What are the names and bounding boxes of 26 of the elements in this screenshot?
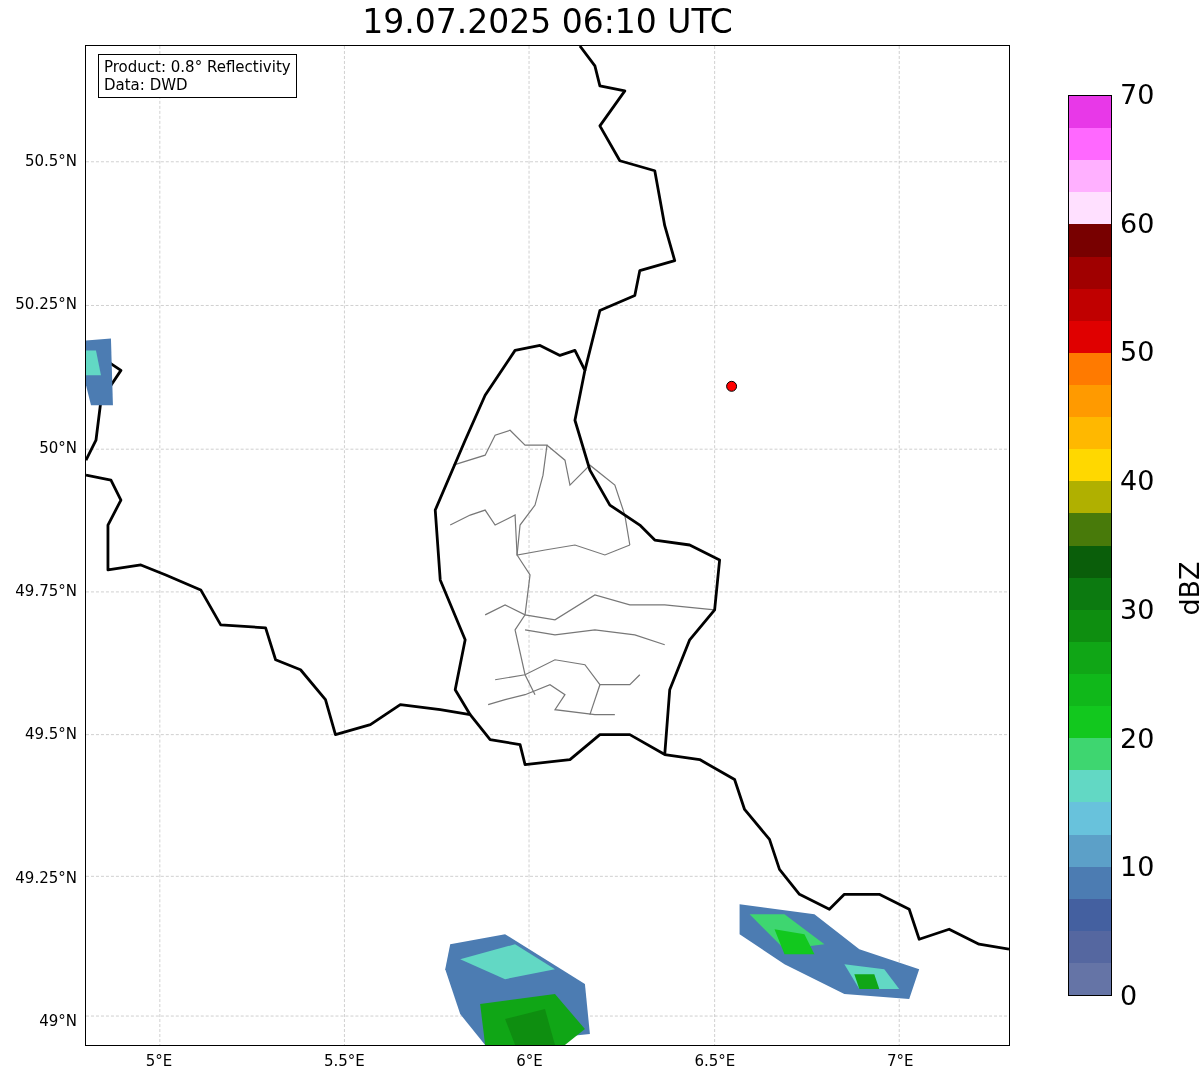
colorbar-tick-label: 40	[1120, 466, 1155, 497]
axis-tick-label: 49.75°N	[15, 581, 77, 600]
axis-tick-label: 5.5°E	[323, 1052, 365, 1070]
axis-tick-label: 6.5°E	[694, 1052, 736, 1070]
colorbar-tick-label: 60	[1120, 208, 1155, 239]
colorbar-tick-label: 50	[1120, 337, 1155, 368]
axis-tick-label: 50.25°N	[15, 295, 77, 314]
axis-tick-label: 6°E	[516, 1052, 543, 1070]
axis-tick-label: 49.5°N	[24, 725, 77, 744]
colorbar-tick-label: 0	[1120, 981, 1138, 1011]
colorbar-tick-label: 10	[1120, 852, 1155, 883]
axis-tick-label: 5°E	[145, 1052, 173, 1070]
axis-tick-label: 50.5°N	[24, 152, 77, 170]
axis-tick-label: 49°N	[39, 1011, 77, 1030]
axis-tick-label: 49.25°N	[15, 868, 77, 887]
radar-echo	[86, 338, 113, 406]
colorbar-label: dBZ	[1173, 561, 1202, 616]
colorbar-tick-label: 20	[1120, 723, 1155, 754]
info-text: Product: 0.8° Reflectivity	[104, 58, 291, 76]
axis-tick-label: 50°N	[39, 438, 77, 457]
info-text: Data: DWD	[104, 76, 189, 94]
colorbar-tick-label: 30	[1120, 594, 1155, 625]
colorbar-tick-label: 70	[1120, 80, 1155, 110]
station-marker	[726, 380, 738, 392]
axis-tick-label: 7°E	[886, 1052, 914, 1070]
map-title: 19.07.2025 06:10 UTC	[361, 1, 734, 43]
